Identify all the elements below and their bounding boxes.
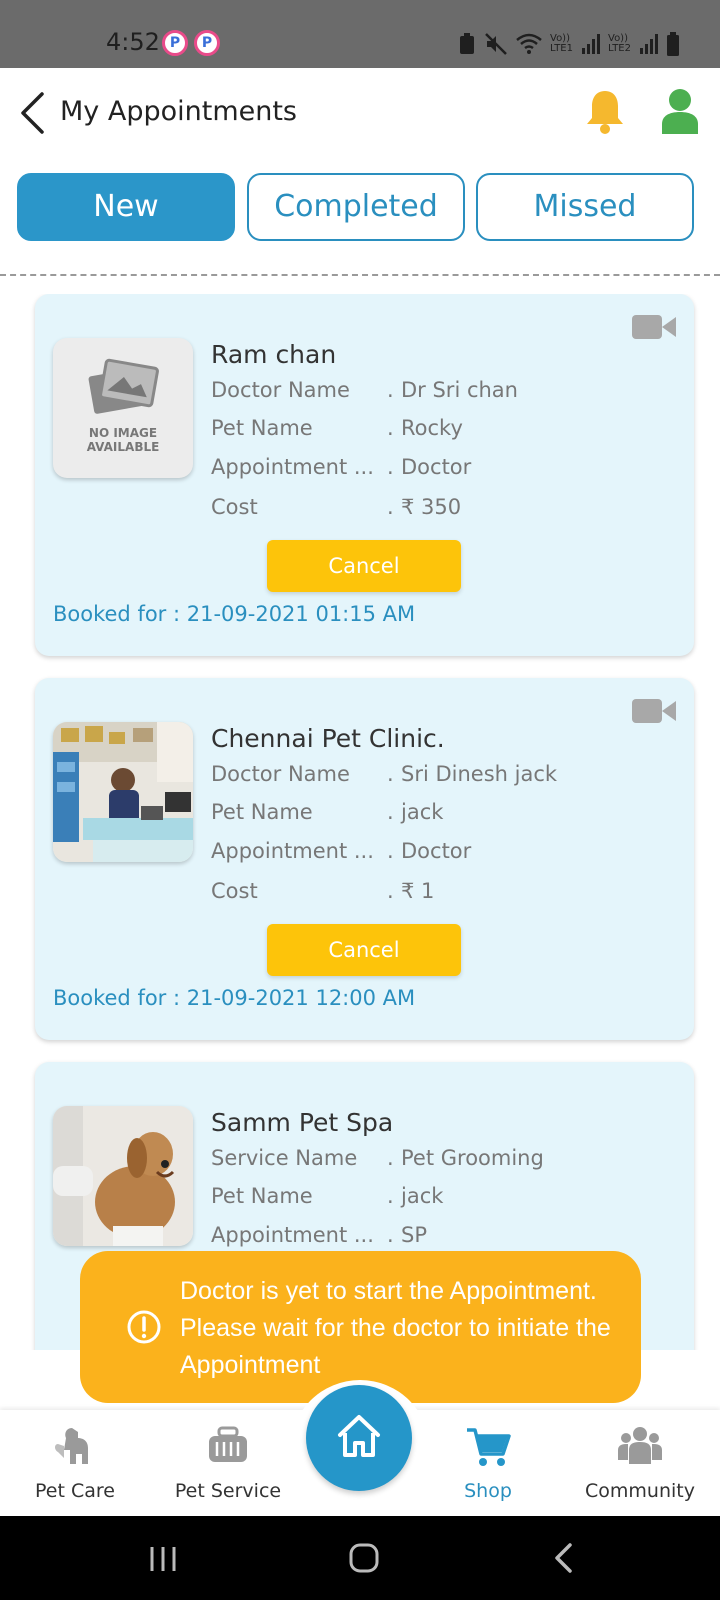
community-icon (618, 1427, 662, 1464)
back-system-icon[interactable] (552, 1542, 576, 1574)
app-header: My Appointments (0, 68, 720, 158)
tab-missed[interactable]: Missed (476, 173, 694, 241)
clinic-name: Ram chan (211, 340, 337, 369)
signal-icon (582, 34, 600, 54)
appointment-list[interactable]: NO IMAGE AVAILABLE Ram chan Doctor Name.… (0, 294, 720, 1350)
spa-photo (53, 1106, 193, 1246)
nav-pet-care[interactable]: Pet Care (5, 1418, 145, 1514)
mute-icon (485, 33, 507, 55)
spa-photo-image (53, 1106, 193, 1246)
cancel-button[interactable]: Cancel (267, 924, 461, 976)
nav-pet-service[interactable]: Pet Service (158, 1418, 298, 1514)
signal-label-1: Vo)) LTE1 (550, 33, 573, 54)
status-bar: 4:52 P P Vo)) LTE1 Vo)) LTE2 (0, 0, 720, 68)
signal-label-2: Vo)) LTE2 (608, 33, 631, 54)
status-time: 4:52 (106, 28, 160, 56)
recent-apps-icon[interactable] (148, 1544, 178, 1574)
battery-saver-icon (460, 33, 474, 54)
alert-circle-icon (127, 1310, 161, 1344)
appointment-tabs: New Completed Missed (0, 173, 720, 241)
toast-message: Doctor is yet to start the Appointment. … (180, 1277, 611, 1379)
signal-icon (640, 34, 658, 54)
nav-shop[interactable]: Shop (418, 1418, 558, 1514)
cart-icon (467, 1428, 511, 1466)
tab-completed[interactable]: Completed (247, 173, 465, 241)
clinic-name: Chennai Pet Clinic. (211, 724, 445, 753)
divider (0, 274, 720, 276)
bell-icon[interactable] (584, 88, 626, 134)
chevron-left-icon[interactable] (18, 90, 48, 136)
video-call-icon[interactable] (632, 698, 676, 724)
status-icons: Vo)) LTE1 Vo)) LTE2 (458, 30, 680, 58)
page-title: My Appointments (60, 96, 298, 127)
video-call-icon[interactable] (632, 314, 676, 340)
tab-new[interactable]: New (17, 173, 235, 241)
cancel-button[interactable]: Cancel (267, 540, 461, 592)
nav-label: Pet Service (174, 1480, 282, 1502)
booked-for-text: Booked for : 21-09-2021 12:00 AM (53, 986, 416, 1010)
user-icon[interactable] (660, 88, 700, 134)
appointment-card: Chennai Pet Clinic. Doctor Name. Sri Dine… (35, 678, 694, 1040)
clinic-photo (53, 722, 193, 862)
appointment-card: NO IMAGE AVAILABLE Ram chan Doctor Name.… (35, 294, 694, 656)
nav-home-button[interactable] (306, 1385, 412, 1491)
booked-for-text: Booked for : 21-09-2021 01:15 AM (53, 602, 416, 626)
system-navigation-bar (0, 1516, 720, 1600)
clinic-image-placeholder: NO IMAGE AVAILABLE (53, 338, 193, 478)
pet-carrier-icon (209, 1426, 247, 1462)
clinic-name: Samm Pet Spa (211, 1108, 394, 1137)
nav-community[interactable]: Community (570, 1418, 710, 1514)
pet-care-icon (55, 1428, 88, 1464)
wifi-icon (516, 33, 542, 54)
no-image-text: NO IMAGE AVAILABLE (86, 426, 160, 454)
nav-label: Pet Care (35, 1480, 115, 1502)
notification-app-icon: P (162, 30, 188, 56)
battery-icon (667, 32, 679, 56)
clinic-photo-image (53, 722, 193, 862)
no-image-icon (88, 358, 159, 414)
nav-label: Community (585, 1480, 695, 1502)
home-system-icon[interactable] (348, 1542, 380, 1574)
nav-label: Shop (464, 1480, 512, 1502)
notification-app-icon: P (194, 30, 220, 56)
home-icon (338, 1415, 380, 1457)
